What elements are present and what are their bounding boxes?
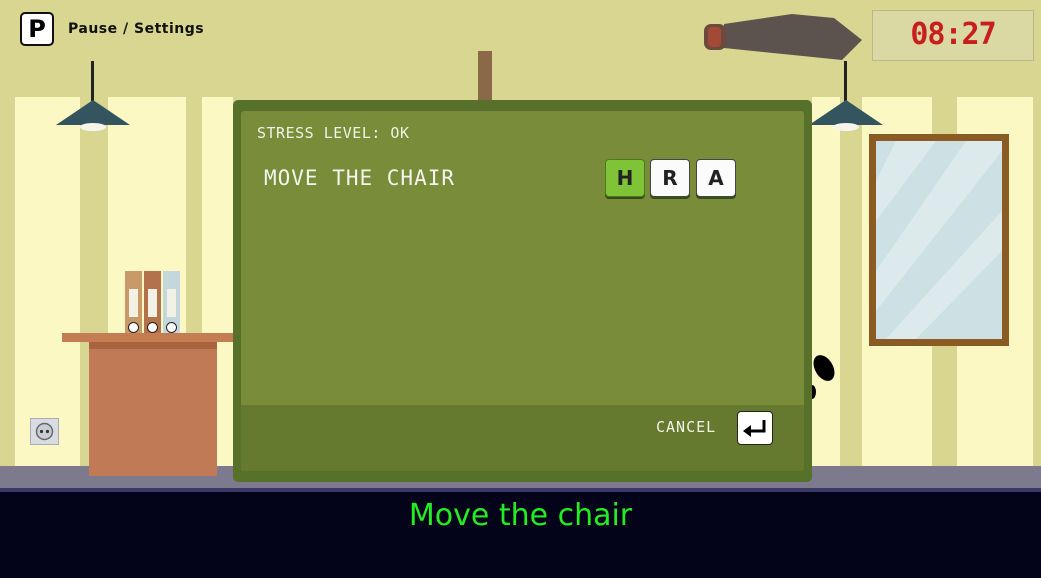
stress-level-text: STRESS LEVEL: OK	[257, 124, 410, 142]
mirror-icon	[876, 141, 1002, 339]
binder-icon	[144, 271, 161, 333]
pause-settings-label: Pause / Settings	[68, 21, 205, 37]
key-prompt-r[interactable]: R	[650, 159, 690, 197]
desk-top	[62, 333, 237, 342]
key-prompt-h[interactable]: H	[605, 159, 645, 197]
cancel-button[interactable]: CANCEL	[656, 418, 716, 436]
key-prompt-a[interactable]: A	[696, 159, 736, 197]
subtitle-text: Move the chair	[408, 498, 633, 533]
binder-icon	[125, 271, 142, 333]
wall-panel	[812, 97, 840, 466]
ceiling-lamp-icon	[56, 100, 130, 131]
desk-drawer-line	[89, 342, 217, 349]
enter-icon	[743, 420, 766, 437]
enter-key-button[interactable]	[737, 411, 773, 445]
action-label: MOVE THE CHAIR	[264, 166, 456, 190]
ceiling-lamp-icon	[809, 100, 883, 131]
saw-icon	[704, 14, 862, 60]
action-dialog-footer	[241, 405, 804, 471]
binder-icon	[163, 271, 180, 333]
pause-key-button[interactable]: P	[20, 12, 54, 46]
wall-socket-icon	[30, 418, 59, 445]
lamp-cord	[844, 61, 847, 101]
lamp-cord	[91, 61, 94, 101]
desk	[89, 342, 217, 476]
timer-value: 08:27	[910, 17, 996, 52]
wall-panel	[15, 97, 80, 466]
